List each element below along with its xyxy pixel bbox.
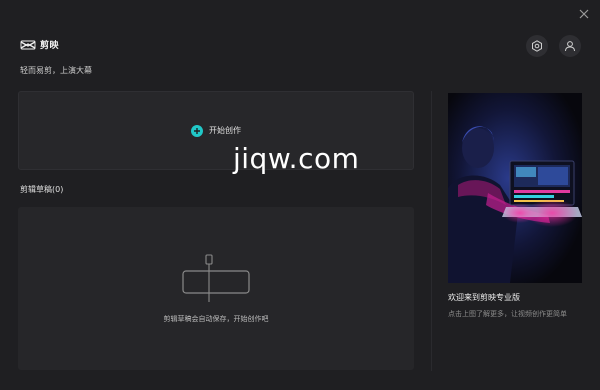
close-button[interactable] — [576, 6, 592, 22]
close-icon — [579, 9, 589, 19]
drafts-panel: 剪辑草稿会自动保存，开始创作吧 — [18, 207, 414, 370]
drafts-title: 剪辑草稿(0) — [20, 185, 64, 194]
brand-name: 剪映 — [40, 41, 60, 51]
watermark-text: jiqw.com — [233, 142, 360, 175]
settings-button[interactable] — [526, 35, 548, 57]
brand: 剪映 — [20, 38, 59, 51]
start-creation-label: 开始创作 — [209, 126, 241, 135]
app-window: 剪映 轻而易剪，上演大幕 开始创作 剪辑草稿(0) 剪辑草稿会自动保存，开始创作 — [0, 0, 600, 390]
promo-description: 点击上图了解更多，让视频创作更简单 — [448, 310, 567, 318]
slogan: 轻而易剪，上演大幕 — [20, 66, 92, 75]
promo-image[interactable] — [448, 93, 582, 283]
plus-icon — [191, 124, 203, 137]
empty-drafts-text: 剪辑草稿会自动保存，开始创作吧 — [163, 315, 269, 323]
capcut-logo-icon — [20, 40, 36, 49]
promo-title: 欢迎来到剪映专业版 — [448, 293, 520, 302]
gear-icon — [532, 40, 542, 52]
user-button[interactable] — [559, 35, 581, 57]
user-icon — [565, 41, 575, 52]
empty-drafts-icon — [182, 254, 250, 302]
divider — [431, 91, 432, 371]
